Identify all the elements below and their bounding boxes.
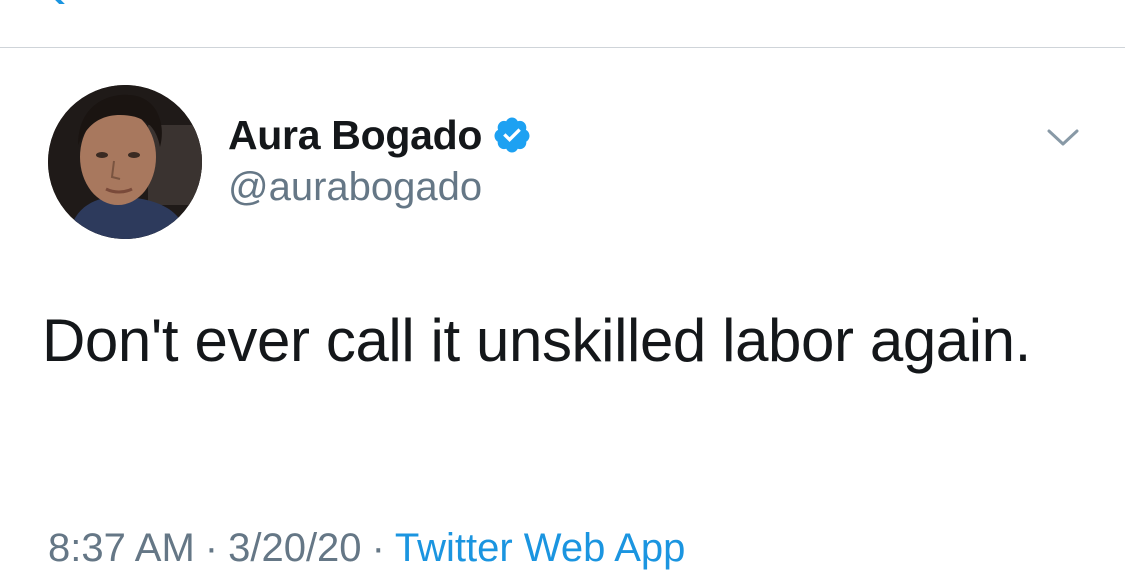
tweet-time[interactable]: 8:37 AM [48, 526, 195, 570]
avatar[interactable] [48, 85, 202, 239]
meta-separator: · [204, 526, 219, 570]
tweet-date[interactable]: 3/20/20 [228, 526, 361, 570]
author-handle[interactable]: @aurabogado [228, 165, 482, 210]
author-name-row[interactable]: Aura Bogado [228, 110, 532, 160]
tweet-metadata: 8:37 AM · 3/20/20 · Twitter Web App [48, 526, 685, 571]
tweet-source-link[interactable]: Twitter Web App [395, 526, 686, 570]
meta-separator: · [371, 526, 385, 570]
tweet-text: Don't ever call it unskilled labor again… [42, 307, 1031, 374]
author-display-name[interactable]: Aura Bogado [228, 112, 482, 159]
verified-badge-icon [494, 117, 530, 153]
top-navigation-bar [0, 0, 1125, 48]
chevron-left-icon[interactable] [50, 0, 72, 4]
chevron-down-icon[interactable] [1045, 126, 1081, 150]
tweet-detail: Aura Bogado @aurabogado Don't ever call … [0, 48, 1125, 576]
